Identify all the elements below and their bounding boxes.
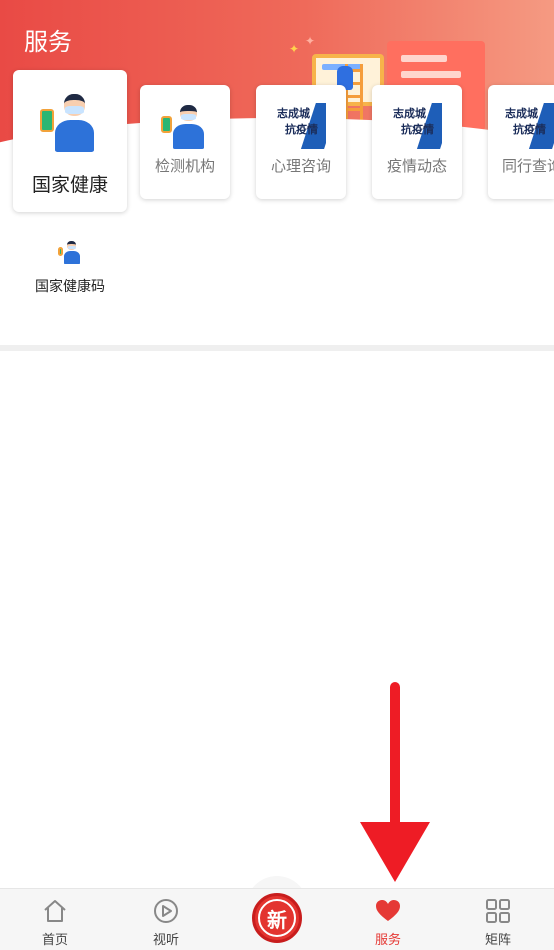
card-label: 心理咨询 (270, 157, 331, 175)
brand-logo-icon: 新 (258, 899, 296, 937)
anti-epidemic-banner-icon: 志成城 抗疫情 (504, 103, 554, 149)
card-label: 检测机构 (154, 157, 215, 175)
tab-home[interactable]: 首页 (15, 889, 95, 950)
sparkle-icon: ✦ (289, 42, 300, 56)
service-card-testing-agency[interactable]: 检测机构 (140, 85, 230, 199)
service-card-fellow-traveler[interactable]: 志成城 抗疫情 同行查询 (488, 85, 554, 199)
card-label: 国家健康 (31, 174, 108, 196)
health-code-person-icon (160, 103, 210, 149)
grid-icon (486, 899, 510, 923)
service-item-national-health-code[interactable]: 国家健康码 (30, 240, 110, 296)
anti-epidemic-banner-icon: 志成城 抗疫情 (276, 103, 326, 149)
health-code-person-icon (39, 92, 101, 152)
section-divider (0, 345, 554, 351)
service-card-psych-consult[interactable]: 志成城 抗疫情 心理咨询 (256, 85, 346, 199)
home-icon (44, 900, 66, 922)
health-code-person-icon (57, 240, 83, 264)
heart-icon (376, 900, 400, 921)
card-label: 同行查询 (502, 157, 554, 175)
tab-matrix[interactable]: 矩阵 (458, 889, 538, 950)
card-label: 疫情动态 (386, 157, 447, 175)
tab-media[interactable]: 视听 (126, 889, 206, 950)
service-card-national-health[interactable]: 国家健康 (13, 70, 127, 212)
service-label: 国家健康码 (35, 279, 105, 295)
annotation-arrow (360, 682, 430, 882)
brand-logo-button[interactable]: 新 (252, 893, 302, 943)
play-icon (154, 899, 178, 923)
service-card-epidemic-news[interactable]: 志成城 抗疫情 疫情动态 (372, 85, 462, 199)
anti-epidemic-banner-icon: 志成城 抗疫情 (392, 103, 442, 149)
tab-services[interactable]: 服务 (348, 889, 428, 950)
sparkle-icon: ✦ (305, 34, 316, 48)
page-title: 服务 (24, 28, 72, 56)
